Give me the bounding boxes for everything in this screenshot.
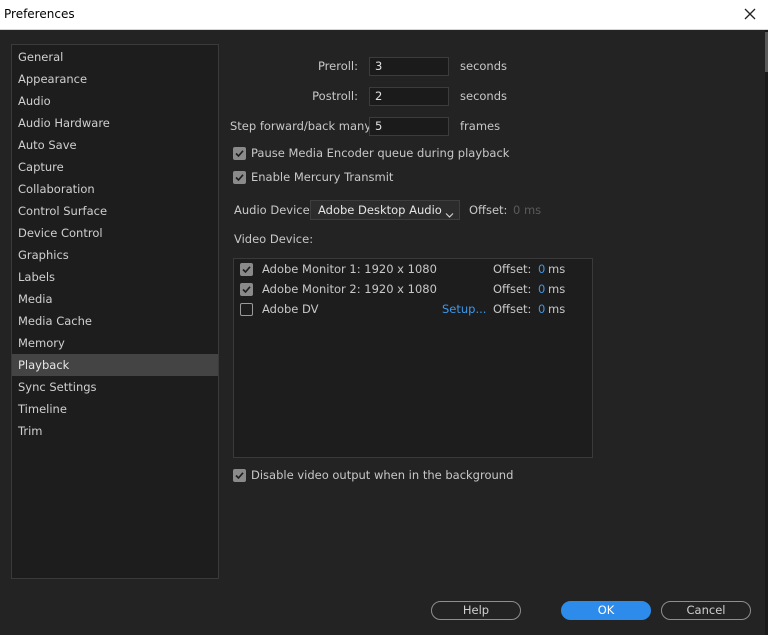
sidebar-item-auto-save[interactable]: Auto Save — [12, 134, 218, 156]
audio-offset-value: 0 ms — [513, 203, 542, 217]
preferences-sidebar: General Appearance Audio Audio Hardware … — [11, 44, 219, 579]
chevron-down-icon — [445, 206, 454, 224]
mercury-transmit-label: Enable Mercury Transmit — [251, 170, 394, 184]
sidebar-item-audio[interactable]: Audio — [12, 90, 218, 112]
close-icon[interactable] — [740, 4, 760, 24]
checkmark-icon — [235, 174, 244, 182]
sidebar-item-media-cache[interactable]: Media Cache — [12, 310, 218, 332]
audio-device-value: Adobe Desktop Audio — [318, 203, 442, 217]
preroll-field[interactable]: 3 — [369, 57, 449, 76]
sidebar-item-sync-settings[interactable]: Sync Settings — [12, 376, 218, 398]
preroll-label: Preroll: — [317, 59, 358, 73]
video-device-1-offset-unit: ms — [548, 262, 566, 276]
sidebar-item-trim[interactable]: Trim — [12, 420, 218, 442]
step-field[interactable]: 5 — [369, 117, 449, 136]
video-device-2-offset-unit: ms — [548, 282, 566, 296]
help-button[interactable]: Help — [431, 601, 521, 620]
audio-device-label: Audio Device: — [234, 203, 314, 217]
sidebar-item-control-surface[interactable]: Control Surface — [12, 200, 218, 222]
sidebar-item-appearance[interactable]: Appearance — [12, 68, 218, 90]
pause-encoder-label: Pause Media Encoder queue during playbac… — [251, 146, 510, 160]
sidebar-item-device-control[interactable]: Device Control — [12, 222, 218, 244]
sidebar-item-capture[interactable]: Capture — [12, 156, 218, 178]
sidebar-item-audio-hardware[interactable]: Audio Hardware — [12, 112, 218, 134]
sidebar-item-graphics[interactable]: Graphics — [12, 244, 218, 266]
video-device-2-offset-value[interactable]: 0 — [538, 282, 545, 296]
audio-offset-label: Offset: — [469, 203, 508, 217]
video-device-3-offset-unit: ms — [548, 302, 566, 316]
checkmark-icon — [235, 472, 244, 480]
cancel-button[interactable]: Cancel — [661, 601, 751, 620]
video-device-1-offset-value[interactable]: 0 — [538, 262, 545, 276]
postroll-label: Postroll: — [312, 89, 358, 103]
checkmark-icon — [235, 150, 244, 158]
sidebar-item-memory[interactable]: Memory — [12, 332, 218, 354]
window-title: Preferences — [4, 7, 75, 21]
setup-link[interactable]: Setup... — [442, 302, 486, 316]
video-device-3-checkbox[interactable] — [240, 303, 253, 316]
sidebar-item-playback[interactable]: Playback — [12, 354, 218, 376]
video-device-2-name: Adobe Monitor 2: 1920 x 1080 — [262, 282, 437, 296]
video-device-3-offset-label: Offset: — [493, 302, 532, 316]
video-device-3-offset-value[interactable]: 0 — [538, 302, 545, 316]
video-device-3-name: Adobe DV — [262, 302, 319, 316]
postroll-unit: seconds — [460, 89, 508, 103]
audio-device-dropdown[interactable]: Adobe Desktop Audio — [310, 200, 460, 220]
sidebar-item-collaboration[interactable]: Collaboration — [12, 178, 218, 200]
disable-background-label: Disable video output when in the backgro… — [251, 468, 514, 482]
video-device-2-offset-label: Offset: — [493, 282, 532, 296]
sidebar-item-labels[interactable]: Labels — [12, 266, 218, 288]
title-bar: Preferences — [0, 0, 768, 30]
ok-button[interactable]: OK — [561, 601, 651, 620]
mercury-transmit-checkbox[interactable] — [233, 171, 246, 184]
checkmark-icon — [242, 266, 251, 274]
video-device-1-name: Adobe Monitor 1: 1920 x 1080 — [262, 262, 437, 276]
video-device-label: Video Device: — [234, 232, 314, 246]
video-device-1-checkbox[interactable] — [240, 263, 253, 276]
preroll-unit: seconds — [460, 59, 508, 73]
pause-encoder-checkbox[interactable] — [233, 147, 246, 160]
step-label: Step forward/back many: — [230, 119, 375, 133]
sidebar-item-media[interactable]: Media — [12, 288, 218, 310]
disable-background-checkbox[interactable] — [233, 469, 246, 482]
video-device-2-checkbox[interactable] — [240, 283, 253, 296]
sidebar-item-general[interactable]: General — [12, 46, 218, 68]
checkmark-icon — [242, 286, 251, 294]
video-device-1-offset-label: Offset: — [493, 262, 532, 276]
sidebar-item-timeline[interactable]: Timeline — [12, 398, 218, 420]
step-unit: frames — [460, 119, 501, 133]
postroll-field[interactable]: 2 — [369, 87, 449, 106]
